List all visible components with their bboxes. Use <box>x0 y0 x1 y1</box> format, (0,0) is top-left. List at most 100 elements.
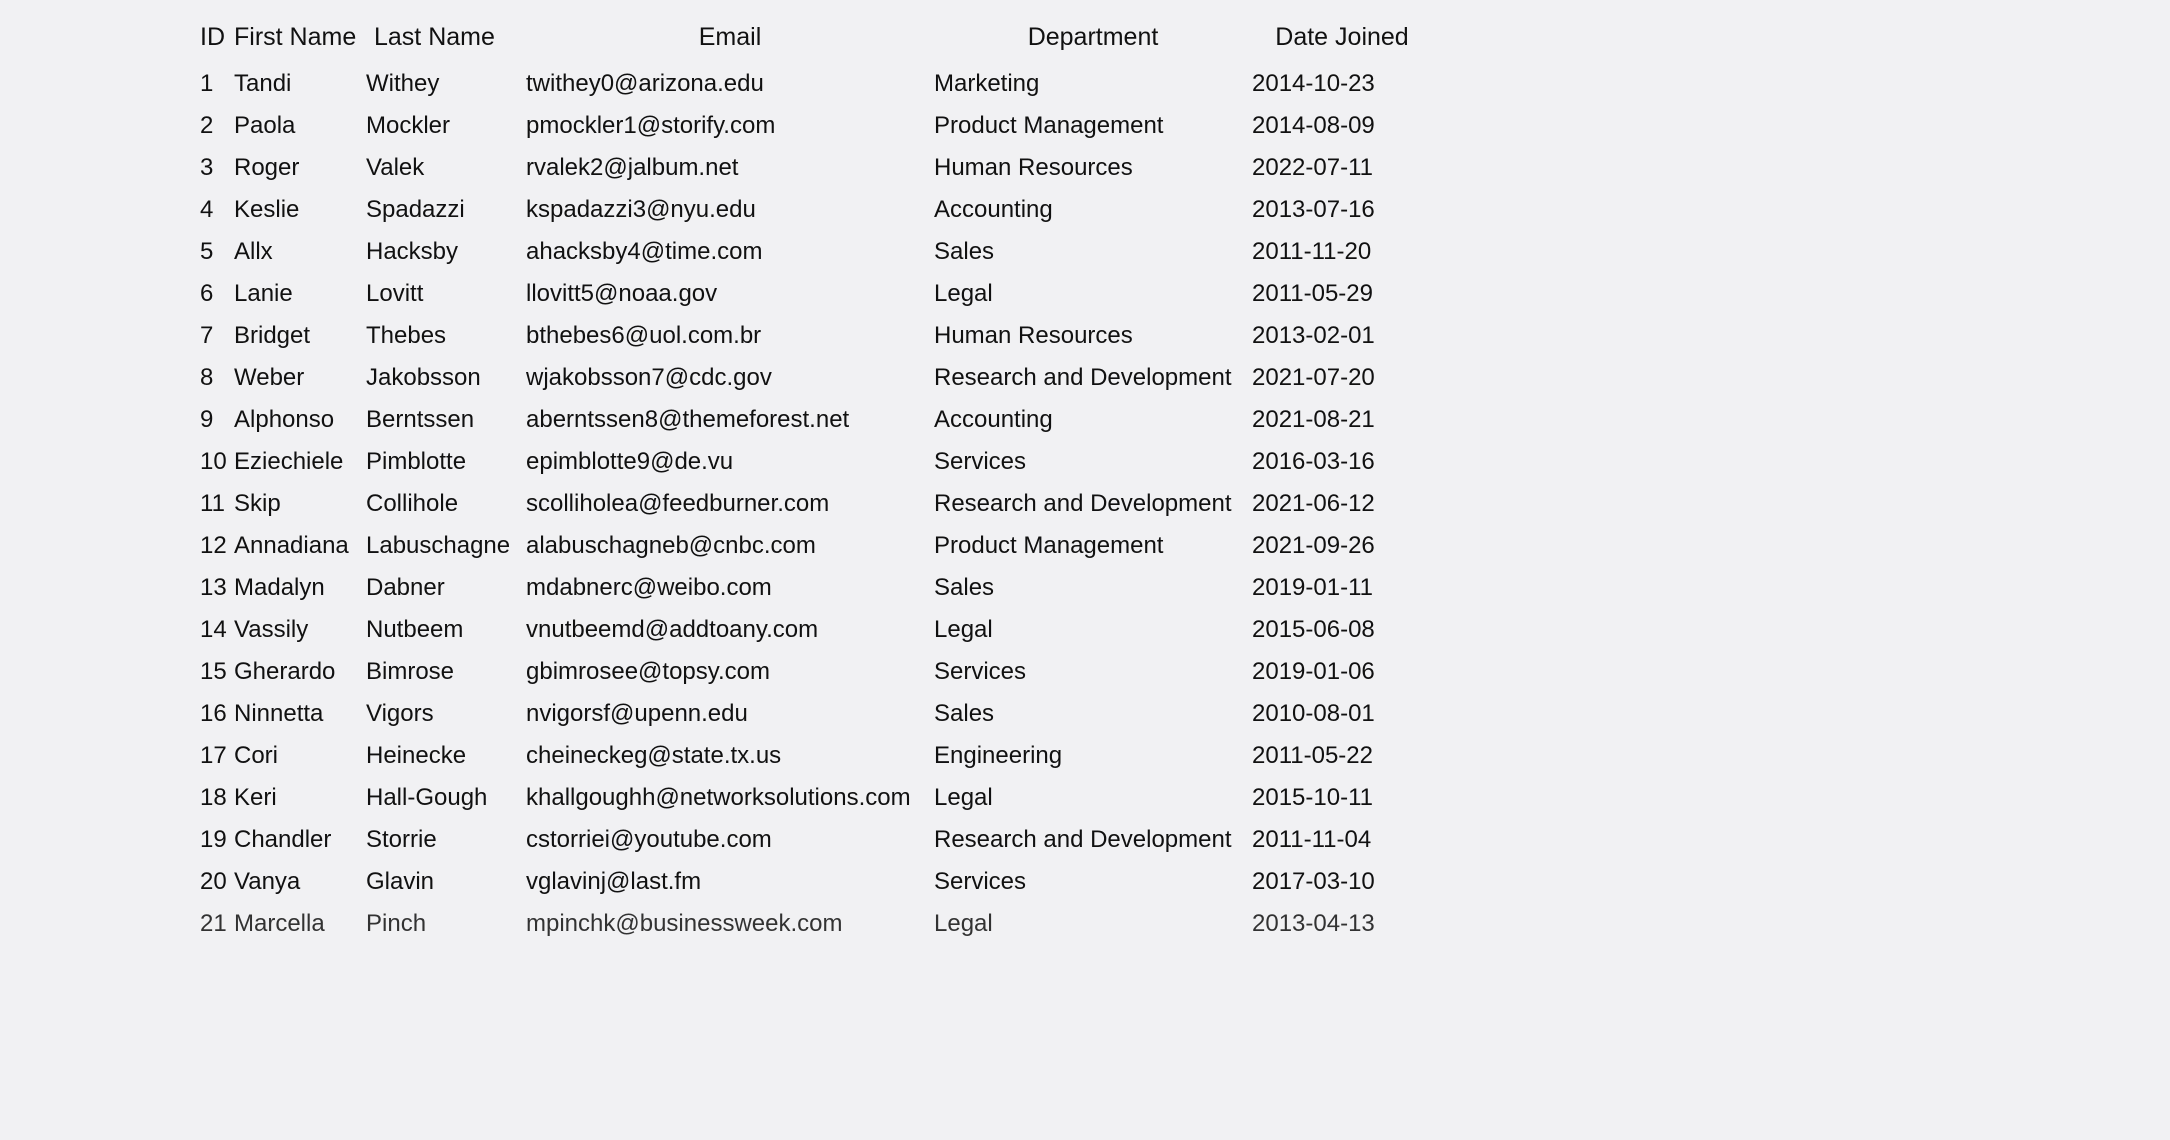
cell-date: 2022-07-11 <box>1252 147 1432 189</box>
table-row: 1TandiWitheytwithey0@arizona.eduMarketin… <box>200 63 1432 105</box>
table-row: 14VassilyNutbeemvnutbeemd@addtoany.comLe… <box>200 609 1432 651</box>
cell-last: Storrie <box>366 819 526 861</box>
cell-dept: Product Management <box>934 525 1252 567</box>
cell-id: 15 <box>200 651 234 693</box>
cell-email: cstorriei@youtube.com <box>526 819 934 861</box>
cell-dept: Research and Development <box>934 819 1252 861</box>
cell-first: Madalyn <box>234 567 366 609</box>
table-header-row: ID First Name Last Name Email Department… <box>200 16 1432 63</box>
table-row: 8WeberJakobssonwjakobsson7@cdc.govResear… <box>200 357 1432 399</box>
cell-id: 2 <box>200 105 234 147</box>
cell-email: bthebes6@uol.com.br <box>526 315 934 357</box>
cell-last: Dabner <box>366 567 526 609</box>
cell-first: Alphonso <box>234 399 366 441</box>
cell-last: Collihole <box>366 483 526 525</box>
table-row: 2PaolaMocklerpmockler1@storify.comProduc… <box>200 105 1432 147</box>
cell-last: Glavin <box>366 861 526 903</box>
cell-email: ahacksby4@time.com <box>526 231 934 273</box>
cell-email: mdabnerc@weibo.com <box>526 567 934 609</box>
cell-dept: Research and Development <box>934 483 1252 525</box>
cell-date: 2011-11-04 <box>1252 819 1432 861</box>
cell-last: Jakobsson <box>366 357 526 399</box>
cell-last: Lovitt <box>366 273 526 315</box>
table-row: 21MarcellaPinchmpinchk@businessweek.comL… <box>200 903 1432 945</box>
cell-last: Heinecke <box>366 735 526 777</box>
cell-last: Hacksby <box>366 231 526 273</box>
cell-dept: Services <box>934 441 1252 483</box>
cell-email: rvalek2@jalbum.net <box>526 147 934 189</box>
table-row: 13MadalynDabnermdabnerc@weibo.comSales20… <box>200 567 1432 609</box>
table-row: 3RogerValekrvalek2@jalbum.netHuman Resou… <box>200 147 1432 189</box>
table-row: 6LanieLovittllovitt5@noaa.govLegal2011-0… <box>200 273 1432 315</box>
cell-id: 4 <box>200 189 234 231</box>
header-date: Date Joined <box>1252 16 1432 63</box>
cell-id: 17 <box>200 735 234 777</box>
table-row: 12AnnadianaLabuschagnealabuschagneb@cnbc… <box>200 525 1432 567</box>
cell-dept: Sales <box>934 567 1252 609</box>
cell-last: Pimblotte <box>366 441 526 483</box>
table-row: 7BridgetThebesbthebes6@uol.com.brHuman R… <box>200 315 1432 357</box>
cell-first: Allx <box>234 231 366 273</box>
cell-dept: Sales <box>934 693 1252 735</box>
cell-first: Cori <box>234 735 366 777</box>
cell-date: 2016-03-16 <box>1252 441 1432 483</box>
table-row: 9AlphonsoBerntssenaberntssen8@themefores… <box>200 399 1432 441</box>
cell-email: vglavinj@last.fm <box>526 861 934 903</box>
cell-date: 2019-01-06 <box>1252 651 1432 693</box>
cell-email: aberntssen8@themeforest.net <box>526 399 934 441</box>
cell-date: 2014-08-09 <box>1252 105 1432 147</box>
cell-id: 18 <box>200 777 234 819</box>
header-first: First Name <box>234 16 366 63</box>
header-email: Email <box>526 16 934 63</box>
cell-first: Vanya <box>234 861 366 903</box>
cell-date: 2011-05-22 <box>1252 735 1432 777</box>
header-last: Last Name <box>366 16 526 63</box>
cell-id: 9 <box>200 399 234 441</box>
table-row: 4KeslieSpadazzikspadazzi3@nyu.eduAccount… <box>200 189 1432 231</box>
table-row: 15GherardoBimrosegbimrosee@topsy.comServ… <box>200 651 1432 693</box>
cell-last: Mockler <box>366 105 526 147</box>
cell-last: Bimrose <box>366 651 526 693</box>
cell-email: cheineckeg@state.tx.us <box>526 735 934 777</box>
cell-id: 14 <box>200 609 234 651</box>
cell-id: 19 <box>200 819 234 861</box>
header-dept: Department <box>934 16 1252 63</box>
cell-first: Paola <box>234 105 366 147</box>
employee-table: ID First Name Last Name Email Department… <box>200 16 1432 945</box>
cell-dept: Legal <box>934 273 1252 315</box>
table-row: 19ChandlerStorriecstorriei@youtube.comRe… <box>200 819 1432 861</box>
cell-email: khallgoughh@networksolutions.com <box>526 777 934 819</box>
cell-id: 13 <box>200 567 234 609</box>
cell-dept: Engineering <box>934 735 1252 777</box>
cell-date: 2015-10-11 <box>1252 777 1432 819</box>
cell-first: Marcella <box>234 903 366 945</box>
cell-email: twithey0@arizona.edu <box>526 63 934 105</box>
cell-id: 16 <box>200 693 234 735</box>
cell-date: 2011-05-29 <box>1252 273 1432 315</box>
cell-date: 2014-10-23 <box>1252 63 1432 105</box>
cell-id: 10 <box>200 441 234 483</box>
cell-first: Keri <box>234 777 366 819</box>
cell-last: Thebes <box>366 315 526 357</box>
cell-date: 2021-07-20 <box>1252 357 1432 399</box>
table-row: 5AllxHacksbyahacksby4@time.comSales2011-… <box>200 231 1432 273</box>
cell-id: 3 <box>200 147 234 189</box>
table-row: 11SkipColliholescolliholea@feedburner.co… <box>200 483 1432 525</box>
cell-id: 20 <box>200 861 234 903</box>
cell-email: scolliholea@feedburner.com <box>526 483 934 525</box>
cell-last: Valek <box>366 147 526 189</box>
cell-last: Spadazzi <box>366 189 526 231</box>
cell-last: Labuschagne <box>366 525 526 567</box>
cell-date: 2021-09-26 <box>1252 525 1432 567</box>
cell-last: Withey <box>366 63 526 105</box>
cell-date: 2013-07-16 <box>1252 189 1432 231</box>
cell-date: 2019-01-11 <box>1252 567 1432 609</box>
cell-id: 11 <box>200 483 234 525</box>
cell-first: Roger <box>234 147 366 189</box>
cell-date: 2011-11-20 <box>1252 231 1432 273</box>
cell-date: 2013-02-01 <box>1252 315 1432 357</box>
cell-email: pmockler1@storify.com <box>526 105 934 147</box>
cell-dept: Accounting <box>934 189 1252 231</box>
cell-first: Keslie <box>234 189 366 231</box>
cell-id: 7 <box>200 315 234 357</box>
